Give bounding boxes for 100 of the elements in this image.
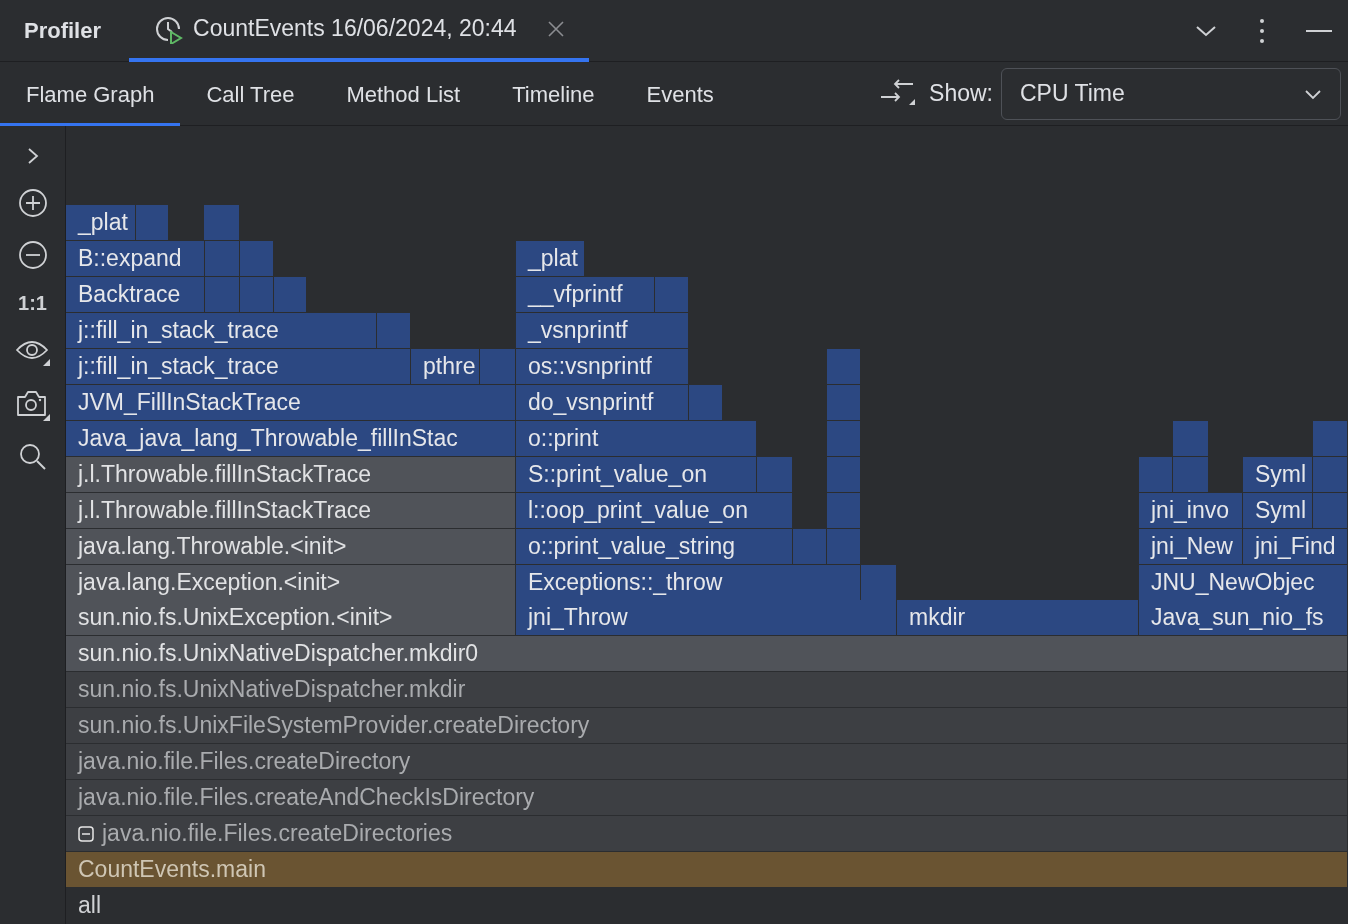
flame-frame[interactable]: l::oop_print_value_on xyxy=(516,492,793,529)
frame-label: __vfprintf xyxy=(528,280,623,308)
flame-frame[interactable] xyxy=(1173,456,1209,493)
flame-frame[interactable]: o::print xyxy=(516,420,757,457)
flame-frame[interactable]: j.l.Throwable.fillInStackTrace xyxy=(66,492,516,529)
flame-frame[interactable]: java.nio.file.Files.createDirectory xyxy=(66,744,1348,781)
flame-frame[interactable]: _plat xyxy=(516,240,585,277)
frame-label: j::fill_in_stack_trace xyxy=(78,352,279,380)
frame-label: os::vsnprintf xyxy=(528,352,652,380)
more-icon[interactable] xyxy=(1258,17,1266,44)
flame-frame[interactable] xyxy=(827,348,861,385)
frame-label: jni_New xyxy=(1151,532,1233,560)
frame-label: _plat xyxy=(78,209,128,236)
flame-frame[interactable]: os::vsnprintf xyxy=(516,348,689,385)
flame-frame[interactable] xyxy=(757,456,793,493)
zoom-in-icon[interactable] xyxy=(17,188,48,218)
flame-frame[interactable] xyxy=(827,528,861,565)
flame-frame[interactable] xyxy=(793,528,827,565)
flame-frame[interactable] xyxy=(136,205,169,241)
flame-frame[interactable]: Java_sun_nio_fs xyxy=(1139,600,1348,637)
flame-frame[interactable]: sun.nio.fs.UnixNativeDispatcher.mkdir0 xyxy=(66,636,1348,673)
flame-frame[interactable]: Exceptions::_throw xyxy=(516,564,861,601)
flame-frame[interactable]: j::fill_in_stack_trace xyxy=(66,348,411,385)
frame-label: B::expand xyxy=(78,244,182,272)
flame-frame[interactable]: jni_invo xyxy=(1139,492,1243,529)
flame-frame[interactable]: JNU_NewObjec xyxy=(1139,564,1348,601)
flame-frame[interactable]: Java_java_lang_Throwable_fillInStac xyxy=(66,420,516,457)
flame-frame[interactable]: o::print_value_string xyxy=(516,528,793,565)
frame-label: java.nio.file.Files.createAndCheckIsDirectory xyxy=(78,784,535,812)
flame-frame[interactable]: sun.nio.fs.UnixNativeDispatcher.mkdir xyxy=(66,672,1348,709)
flame-frame[interactable]: pthre xyxy=(411,348,480,385)
flame-frame[interactable] xyxy=(861,564,897,601)
flame-frame[interactable] xyxy=(205,240,240,277)
flame-frame[interactable] xyxy=(827,492,861,529)
flame-frame[interactable]: do_vsnprintf xyxy=(516,384,689,421)
frame-label: l::oop_print_value_on xyxy=(528,496,748,524)
flame-frame[interactable] xyxy=(655,276,689,313)
flame-frame[interactable]: sun.nio.fs.UnixException.<init> xyxy=(66,600,516,637)
flame-frame[interactable] xyxy=(1139,456,1173,493)
frame-label: Java_sun_nio_fs xyxy=(1151,604,1324,632)
frame-label: JNU_NewObjec xyxy=(1151,568,1315,596)
flame-frame[interactable] xyxy=(827,384,861,421)
flame-frame[interactable]: _vsnprintf xyxy=(516,312,689,349)
flame-frame[interactable]: jni_Throw xyxy=(516,600,897,637)
flame-frame[interactable]: java.nio.file.Files.createAndCheckIsDirectory xyxy=(66,780,1348,817)
flame-frame[interactable] xyxy=(827,420,861,457)
flame-frame[interactable] xyxy=(274,276,307,313)
flame-frame[interactable] xyxy=(1313,420,1348,457)
flame-frame[interactable] xyxy=(377,312,411,349)
collapse-icon[interactable] xyxy=(78,825,94,842)
minimize-icon[interactable] xyxy=(1306,28,1332,33)
close-icon[interactable] xyxy=(546,19,565,38)
show-dropdown[interactable]: CPU Time xyxy=(1001,67,1341,120)
view-tab[interactable]: Flame Graph xyxy=(0,61,181,126)
camera-icon[interactable] xyxy=(15,389,50,421)
flame-frame[interactable]: java.lang.Exception.<init> xyxy=(66,564,516,601)
flame-frame[interactable] xyxy=(204,205,240,241)
flame-frame[interactable]: java.lang.Throwable.<init> xyxy=(66,528,516,565)
frame-label: sun.nio.fs.UnixNativeDispatcher.mkdir xyxy=(78,676,466,704)
flame-frame[interactable] xyxy=(205,276,240,313)
flame-frame[interactable] xyxy=(827,456,861,493)
flame-frame[interactable]: Syml xyxy=(1243,492,1313,529)
flame-frame[interactable]: __vfprintf xyxy=(516,276,655,313)
flame-frame[interactable] xyxy=(1313,456,1348,493)
view-tab[interactable]: Events xyxy=(620,61,740,126)
flame-frame[interactable]: mkdir xyxy=(897,600,1139,637)
flame-frame[interactable]: Backtrace xyxy=(66,276,205,313)
flame-frame[interactable] xyxy=(689,384,723,421)
frame-label: jni_Find xyxy=(1255,532,1336,560)
flame-frame[interactable]: JVM_FillInStackTrace xyxy=(66,384,516,421)
flame-frame[interactable]: S::print_value_on xyxy=(516,456,757,493)
frame-label: o::print xyxy=(528,424,599,452)
frame-label: j.l.Throwable.fillInStackTrace xyxy=(78,496,372,524)
flame-frame[interactable]: _plat xyxy=(66,205,136,241)
frame-label: mkdir xyxy=(909,604,966,632)
frame-label: java.lang.Throwable.<init> xyxy=(78,532,347,560)
flame-frame[interactable]: B::expand xyxy=(66,240,205,277)
flame-frame[interactable]: Syml xyxy=(1243,456,1313,493)
view-tab[interactable]: Method List xyxy=(320,61,487,126)
view-tab[interactable]: Timeline xyxy=(486,61,621,126)
frame-label: java.lang.Exception.<init> xyxy=(78,568,341,596)
flame-frame[interactable]: jni_Find xyxy=(1243,528,1348,565)
search-icon[interactable] xyxy=(18,443,47,471)
flame-frame[interactable]: j::fill_in_stack_trace xyxy=(66,312,377,349)
flame-frame[interactable] xyxy=(1173,420,1209,457)
flame-frame[interactable]: sun.nio.fs.UnixFileSystemProvider.createDirectory xyxy=(66,708,1348,745)
flame-frame[interactable]: java.nio.file.Files.createDirectories xyxy=(66,816,1348,853)
zoom-out-icon[interactable] xyxy=(17,240,48,270)
flame-frame[interactable] xyxy=(240,240,274,277)
session-tab[interactable]: CountEvents 16/06/2024, 20:44 xyxy=(129,0,589,62)
flame-frame[interactable] xyxy=(1313,492,1348,529)
flame-frame[interactable]: jni_New xyxy=(1139,528,1243,565)
flame-frame[interactable]: j.l.Throwable.fillInStackTrace xyxy=(66,456,516,493)
flame-frame[interactable]: CountEvents.main xyxy=(66,852,1348,889)
flame-frame[interactable] xyxy=(480,348,516,385)
view-tab[interactable]: Call Tree xyxy=(180,61,321,126)
frame-label: pthre xyxy=(423,352,476,380)
actual-size-button[interactable]: 1:1 xyxy=(18,292,47,315)
flame-frame[interactable] xyxy=(240,276,274,313)
frame-label: java.nio.file.Files.createDirectory xyxy=(78,748,411,776)
